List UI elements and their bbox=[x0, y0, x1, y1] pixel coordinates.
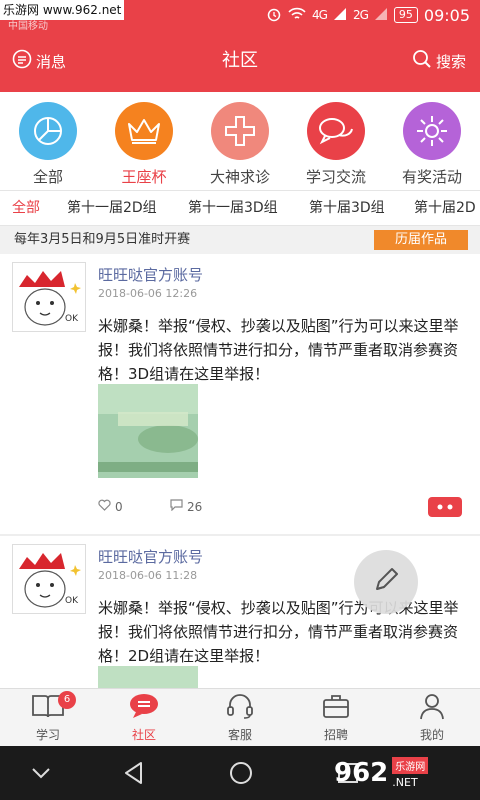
wifi-icon bbox=[288, 7, 306, 24]
avatar[interactable]: OK bbox=[12, 262, 86, 332]
status-icons: 4G 2G 95 09:05 bbox=[266, 4, 470, 26]
signal-4g: 4G bbox=[312, 8, 328, 22]
post-image[interactable] bbox=[98, 666, 198, 688]
site-logo-number: 962 bbox=[334, 758, 389, 788]
post-time: 2018-06-06 12:26 bbox=[98, 287, 198, 300]
site-logo-url: .NET bbox=[392, 776, 418, 789]
site-logo-sub: 乐游网 bbox=[392, 757, 429, 774]
post-body: 米娜桑！举报“侵权、抄袭以及贴图”行为可以来这里举报！我们将依照情节进行扣分，情… bbox=[98, 317, 459, 383]
search-label: 搜索 bbox=[435, 52, 466, 71]
category-prize-events[interactable]: 有奖活动 bbox=[384, 102, 480, 187]
system-nav-bar: 962 乐游网 .NET bbox=[0, 746, 480, 800]
comment-count: 26 bbox=[187, 499, 203, 514]
nav-label: 客服 bbox=[227, 728, 252, 742]
category-label: 全部 bbox=[32, 168, 63, 186]
category-label: 学习交流 bbox=[305, 168, 366, 186]
nav-community[interactable]: 社区 bbox=[96, 693, 192, 743]
nav-mine[interactable]: 我的 bbox=[384, 693, 480, 743]
avatar[interactable]: OK bbox=[12, 544, 86, 614]
nav-label: 社区 bbox=[131, 728, 156, 742]
nav-label: 学习 bbox=[35, 728, 60, 742]
compose-post-button[interactable] bbox=[354, 550, 418, 614]
category-row: 全部 王座杯 大神求诊 学习交流 有奖活动 bbox=[0, 92, 480, 188]
chat-icon bbox=[128, 692, 160, 724]
post-body: 米娜桑！举报“侵权、抄袭以及贴图”行为可以来这里举报！我们将依照情节进行扣分，情… bbox=[98, 599, 459, 665]
post-author[interactable]: 旺旺哒官方账号 bbox=[98, 546, 203, 567]
chat-bubbles-icon bbox=[307, 102, 365, 160]
back-icon[interactable] bbox=[122, 760, 146, 790]
post-item[interactable]: OK 旺旺哒官方账号 2018-06-06 12:26 米娜桑！举报“侵权、抄袭… bbox=[0, 254, 480, 536]
search-icon bbox=[412, 49, 432, 73]
headset-icon bbox=[225, 692, 255, 724]
category-label: 有奖活动 bbox=[401, 168, 462, 186]
status-bar: 乐游网 www.962.net 中国移动 4G 2G 95 09:05 bbox=[0, 0, 480, 32]
signal-icon bbox=[333, 7, 347, 24]
site-logo: 962 乐游网 .NET bbox=[334, 752, 474, 794]
bottom-nav: 6 学习 社区 客服 招聘 我的 bbox=[0, 688, 480, 746]
nav-label: 招聘 bbox=[323, 728, 348, 742]
nav-recruitment[interactable]: 招聘 bbox=[288, 693, 384, 743]
category-study-exchange[interactable]: 学习交流 bbox=[288, 102, 384, 187]
briefcase-icon bbox=[321, 692, 351, 724]
notice-bar: 每年3月5日和9月5日准时开赛 历届作品 bbox=[0, 226, 480, 254]
notice-text: 每年3月5日和9月5日准时开赛 bbox=[14, 232, 191, 247]
tab-10th-2d[interactable]: 第十届2D bbox=[414, 191, 476, 225]
post-time: 2018-06-06 11:28 bbox=[98, 569, 198, 582]
home-icon[interactable] bbox=[228, 760, 254, 790]
search-button[interactable]: 搜索 bbox=[412, 49, 466, 73]
post-list: OK 旺旺哒官方账号 2018-06-06 12:26 米娜桑！举报“侵权、抄袭… bbox=[0, 254, 480, 688]
battery-level: 95 bbox=[393, 7, 418, 23]
clock: 09:05 bbox=[423, 5, 470, 25]
nav-customer-service[interactable]: 客服 bbox=[192, 693, 288, 743]
past-works-button[interactable]: 历届作品 bbox=[374, 230, 468, 250]
tab-all[interactable]: 全部 bbox=[12, 191, 40, 225]
category-label: 王座杯 bbox=[121, 168, 167, 186]
post-author[interactable]: 旺旺哒官方账号 bbox=[98, 264, 203, 285]
alarm-icon bbox=[266, 6, 282, 25]
tab-11th-2d[interactable]: 第十一届2D组 bbox=[67, 191, 157, 225]
medical-cross-icon bbox=[211, 102, 269, 160]
post-image[interactable] bbox=[98, 384, 198, 478]
app-header: 消息 社区 搜索 bbox=[0, 30, 480, 92]
comment-icon bbox=[170, 499, 183, 514]
signal-icon-2 bbox=[374, 7, 388, 24]
more-options-button[interactable] bbox=[428, 497, 462, 517]
pencil-icon bbox=[371, 565, 401, 599]
category-throne-cup[interactable]: 王座杯 bbox=[96, 102, 192, 187]
like-count: 0 bbox=[115, 499, 123, 514]
page-title: 社区 bbox=[222, 50, 258, 71]
svg-text:OK: OK bbox=[65, 596, 79, 606]
sub-tabs: 全部 第十一届2D组 第十一届3D组 第十届3D组 第十届2D bbox=[0, 190, 480, 226]
crown-icon bbox=[115, 102, 173, 160]
signal-2g: 2G bbox=[352, 8, 369, 22]
category-label: 大神求诊 bbox=[209, 168, 270, 186]
category-all[interactable]: 全部 bbox=[0, 102, 96, 187]
nav-study[interactable]: 6 学习 bbox=[0, 691, 96, 743]
tab-10th-3d[interactable]: 第十届3D组 bbox=[309, 191, 385, 225]
nav-label: 我的 bbox=[419, 728, 444, 742]
pie-chart-icon bbox=[19, 102, 77, 160]
comment-button[interactable]: 26 bbox=[170, 499, 202, 514]
person-icon bbox=[418, 692, 446, 724]
unread-badge: 6 bbox=[58, 691, 76, 709]
tab-11th-3d[interactable]: 第十一届3D组 bbox=[188, 191, 278, 225]
svg-text:OK: OK bbox=[65, 314, 79, 324]
category-expert-help[interactable]: 大神求诊 bbox=[192, 102, 288, 187]
chevron-down-icon[interactable] bbox=[30, 760, 52, 790]
heart-icon bbox=[98, 499, 111, 514]
sun-icon bbox=[403, 102, 461, 160]
like-button[interactable]: 0 bbox=[98, 499, 123, 514]
